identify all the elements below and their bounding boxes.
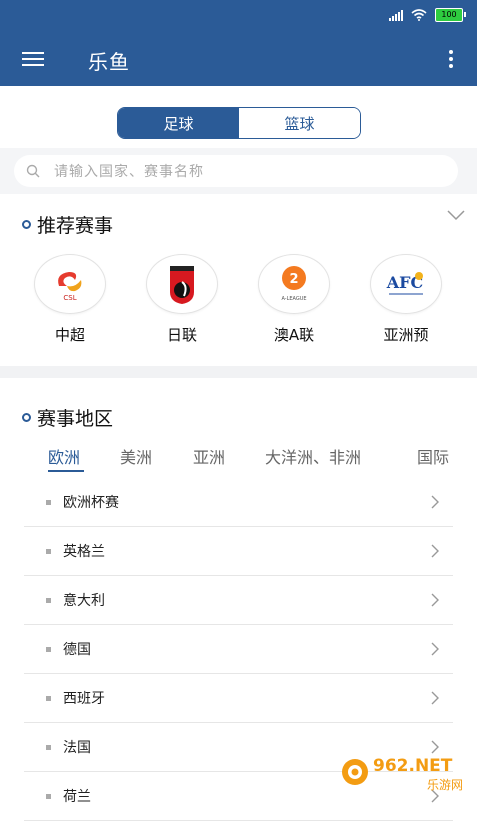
status-bar: 100	[0, 0, 477, 34]
search-placeholder: 请输入国家、赛事名称	[54, 164, 204, 180]
chevron-right-icon	[431, 642, 439, 656]
chevron-right-icon	[431, 593, 439, 607]
csl-logo-icon: CSL	[34, 254, 106, 314]
section-marker-icon	[22, 220, 31, 229]
wifi-icon	[411, 9, 427, 21]
tab-basketball[interactable]: 篮球	[239, 108, 360, 138]
regions-section-title: 赛事地区	[22, 404, 113, 431]
search-input[interactable]: 请输入国家、赛事名称	[14, 155, 458, 187]
league-item-csl[interactable]: CSL 中超	[14, 254, 126, 345]
aleague-logo-icon: 2 A-LEAGUE	[258, 254, 330, 314]
chevron-right-icon	[431, 544, 439, 558]
hamburger-menu-icon[interactable]	[22, 52, 46, 68]
list-item-label: 欧洲杯赛	[63, 495, 119, 511]
bullet-icon	[46, 744, 51, 750]
svg-text:962.NET: 962.NET	[373, 756, 453, 776]
more-options-icon[interactable]	[447, 50, 455, 72]
active-tab-indicator	[48, 470, 84, 472]
list-item-label: 德国	[63, 642, 91, 658]
bullet-icon	[46, 646, 51, 652]
region-tabs: 欧洲 美洲 亚洲 大洋洲、非洲 国际	[0, 444, 477, 470]
sport-segmented-control: 足球 篮球	[117, 107, 361, 139]
league-name: 日联	[166, 326, 197, 344]
bullet-icon	[46, 548, 51, 554]
section-divider	[0, 366, 477, 378]
list-item-label: 英格兰	[63, 544, 105, 560]
bullet-icon	[46, 793, 51, 799]
bullet-icon	[46, 499, 51, 505]
list-item[interactable]: 德国	[24, 625, 453, 674]
bullet-icon	[46, 597, 51, 603]
list-item-label: 法国	[63, 740, 91, 756]
recommended-title-text: 推荐赛事	[37, 215, 114, 237]
jleague-logo-icon	[146, 254, 218, 314]
chevron-right-icon	[431, 691, 439, 705]
tab-international[interactable]: 国际	[417, 444, 449, 468]
league-item-afc[interactable]: AFC 亚洲预	[350, 254, 462, 345]
app-bar: 乐鱼	[0, 34, 477, 86]
regions-title-text: 赛事地区	[37, 408, 114, 430]
list-item[interactable]: 西班牙	[24, 674, 453, 723]
search-bar-container: 请输入国家、赛事名称	[0, 148, 477, 194]
search-icon	[26, 164, 40, 178]
recommended-leagues: CSL 中超 日联 2 A-LEAGUE 澳A联 AFC 亚洲预	[0, 254, 477, 345]
tab-asia[interactable]: 亚洲	[193, 444, 225, 468]
tab-football[interactable]: 足球	[118, 108, 239, 138]
bullet-icon	[46, 695, 51, 701]
svg-text:CSL: CSL	[63, 294, 76, 302]
afc-logo-icon: AFC	[370, 254, 442, 314]
section-marker-icon	[22, 413, 31, 422]
list-item[interactable]: 意大利	[24, 576, 453, 625]
list-item-label: 荷兰	[63, 789, 91, 805]
league-item-aleague[interactable]: 2 A-LEAGUE 澳A联	[238, 254, 350, 345]
recommended-section-title: 推荐赛事	[22, 211, 113, 238]
league-item-jleague[interactable]: 日联	[126, 254, 238, 345]
svg-text:2: 2	[289, 272, 298, 287]
chevron-right-icon	[431, 495, 439, 509]
tab-oceania-africa[interactable]: 大洋洲、非洲	[265, 444, 361, 468]
svg-text:A-LEAGUE: A-LEAGUE	[281, 296, 306, 302]
battery-icon: 100	[435, 8, 466, 22]
list-item-label: 意大利	[63, 593, 105, 609]
list-item[interactable]: 欧洲杯赛	[24, 478, 453, 527]
svg-text:乐游网: 乐游网	[427, 778, 463, 792]
league-name: 亚洲预	[383, 326, 429, 344]
league-name: 中超	[54, 326, 85, 344]
app-title: 乐鱼	[88, 50, 130, 74]
list-item[interactable]: 英格兰	[24, 527, 453, 576]
watermark-logo: 962.NET 乐游网	[342, 756, 463, 792]
list-item-label: 西班牙	[63, 691, 105, 707]
signal-icon	[389, 9, 403, 21]
tab-americas[interactable]: 美洲	[120, 444, 152, 468]
chevron-down-icon[interactable]	[447, 209, 465, 221]
tab-europe[interactable]: 欧洲	[48, 444, 80, 468]
league-name: 澳A联	[273, 326, 315, 344]
